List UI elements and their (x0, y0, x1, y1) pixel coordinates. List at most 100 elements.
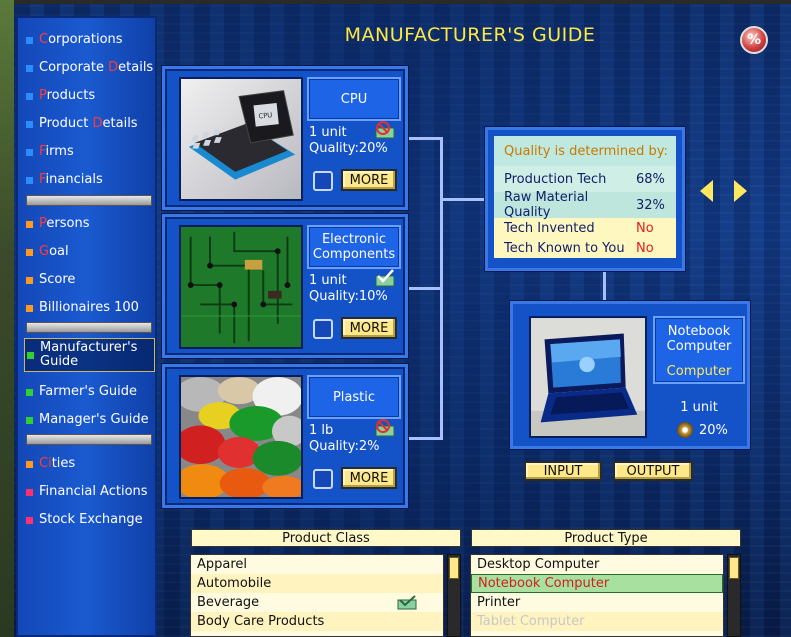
input-unit: 1 unit (309, 273, 347, 288)
quality-panel: Quality is determined by: Production Tec… (485, 127, 685, 271)
sidebar-item-goal[interactable]: Goal (26, 240, 154, 264)
sidebar-separator (26, 195, 152, 206)
bullet-icon (26, 416, 33, 424)
list-item[interactable]: Automobile (191, 574, 443, 593)
quality-heading: Quality is determined by: (494, 136, 676, 166)
bullet-icon (26, 92, 33, 100)
sidebar-item-score[interactable]: Score (26, 268, 154, 292)
scroll-thumb[interactable] (449, 557, 459, 579)
bullet-icon (26, 176, 33, 184)
product-type-header: Product Type (471, 529, 741, 547)
input-unit: 1 lb (309, 423, 334, 438)
list-item[interactable]: Body Care Products (191, 612, 443, 631)
sidebar-item-persons[interactable]: Persons (26, 212, 154, 236)
input-quality: 20% (358, 141, 388, 156)
more-button[interactable]: MORE (341, 169, 397, 191)
connector-line (408, 137, 442, 140)
input-name-box: Electronic Components (307, 225, 401, 269)
input-name-box: Plastic (307, 375, 401, 419)
quality-row: Tech Invented No (494, 218, 676, 238)
sidebar-item-farmers-guide[interactable]: Farmer's Guide (26, 380, 154, 404)
bullet-icon (26, 64, 33, 72)
sidebar-item-financial-actions[interactable]: Financial Actions (26, 480, 154, 504)
bullet-icon (26, 120, 33, 128)
list-item[interactable]: Tablet Computer (471, 612, 723, 631)
input-unit: 1 unit (309, 125, 347, 140)
sidebar-separator (26, 434, 152, 445)
plastic-pellets-image (179, 375, 303, 499)
bullet-icon (26, 248, 33, 256)
sidebar-item-stock-exchange[interactable]: Stock Exchange (26, 508, 154, 532)
product-class-header: Product Class (191, 529, 461, 547)
sidebar-separator (26, 322, 152, 333)
input-panel-cpu: CPU CPU 1 unit Quality:20% MORE (162, 66, 408, 210)
input-quality: 10% (358, 289, 388, 304)
output-quality: 20% (677, 422, 728, 438)
prev-arrow-icon[interactable] (700, 180, 713, 202)
bullet-icon (26, 148, 33, 156)
input-panel-electronic-components: Electronic Components 1 unit Quality:10%… (162, 214, 408, 358)
output-panel: Notebook Computer Computer 1 unit 20% (510, 301, 750, 449)
list-item[interactable]: Desktop Computer (471, 555, 723, 574)
product-type-scrollbar[interactable] (727, 554, 741, 637)
more-button[interactable]: MORE (341, 467, 397, 489)
next-arrow-icon[interactable] (734, 180, 747, 202)
sidebar-item-corporate-details[interactable]: Corporate Details (26, 56, 154, 80)
output-name-box: Notebook Computer Computer (653, 316, 745, 384)
bullet-icon (26, 304, 33, 312)
sidebar-item-products[interactable]: Products (26, 84, 154, 108)
not-produced-icon (375, 121, 395, 139)
sidebar: Corporations Corporate Details Products … (16, 16, 157, 637)
list-item[interactable]: Beverage (191, 593, 443, 612)
output-class: Computer (666, 364, 732, 379)
scroll-thumb[interactable] (729, 557, 739, 579)
product-class-list: Apparel Automobile Beverage Body Care Pr… (190, 554, 444, 637)
cpu-image: CPU (179, 77, 303, 201)
quality-medal-icon (677, 422, 693, 438)
product-class-scrollbar[interactable] (447, 554, 461, 637)
bullet-icon (26, 276, 33, 284)
quality-row: Tech Known to You No (494, 238, 676, 258)
bullet-icon (26, 220, 33, 228)
connector-line (408, 287, 442, 290)
input-name-box: CPU (307, 77, 401, 121)
bullet-icon (26, 36, 33, 44)
list-item[interactable]: Apparel (191, 555, 443, 574)
bullet-icon (27, 351, 34, 359)
sidebar-item-firms[interactable]: Firms (26, 140, 154, 164)
bullet-icon (26, 460, 33, 468)
connector-line (408, 437, 442, 440)
sidebar-item-corporations[interactable]: Corporations (26, 28, 154, 52)
more-button[interactable]: MORE (341, 317, 397, 339)
sidebar-item-product-details[interactable]: Product Details (26, 112, 154, 136)
output-button[interactable]: OUTPUT (613, 461, 693, 481)
bullet-icon (26, 516, 33, 524)
produced-check-icon (375, 269, 395, 287)
sidebar-item-financials[interactable]: Financials (26, 168, 154, 192)
circuit-board-image (179, 225, 303, 349)
list-item[interactable]: Printer (471, 593, 723, 612)
input-button[interactable]: INPUT (524, 461, 602, 481)
select-checkbox[interactable] (313, 319, 333, 339)
not-produced-icon (375, 419, 395, 437)
product-type-list: Desktop Computer Notebook Computer Print… (470, 554, 724, 637)
connector-line (440, 198, 486, 201)
sidebar-item-billionaires[interactable]: Billionaires 100 (26, 296, 154, 320)
connector-line (440, 137, 443, 440)
page-title: MANUFACTURER'S GUIDE (344, 24, 596, 46)
quality-row: Raw Material Quality 32% (494, 190, 676, 220)
list-item-selected[interactable]: Notebook Computer (471, 574, 723, 593)
input-panel-plastic: Plastic 1 lb Quality:2% MORE (162, 364, 408, 508)
select-checkbox[interactable] (313, 171, 333, 191)
bullet-icon (26, 388, 33, 396)
sidebar-item-managers-guide[interactable]: Manager's Guide (26, 408, 154, 432)
output-unit: 1 unit (680, 400, 718, 415)
percent-icon[interactable]: % (740, 26, 768, 54)
sidebar-item-manufacturers-guide[interactable]: Manufacturer's Guide (24, 338, 155, 372)
select-checkbox[interactable] (313, 469, 333, 489)
notebook-computer-image (529, 316, 647, 438)
connector-line (603, 271, 606, 302)
sidebar-item-cities[interactable]: Cities (26, 452, 154, 476)
produced-check-icon (397, 595, 417, 610)
svg-text:CPU: CPU (258, 111, 273, 120)
